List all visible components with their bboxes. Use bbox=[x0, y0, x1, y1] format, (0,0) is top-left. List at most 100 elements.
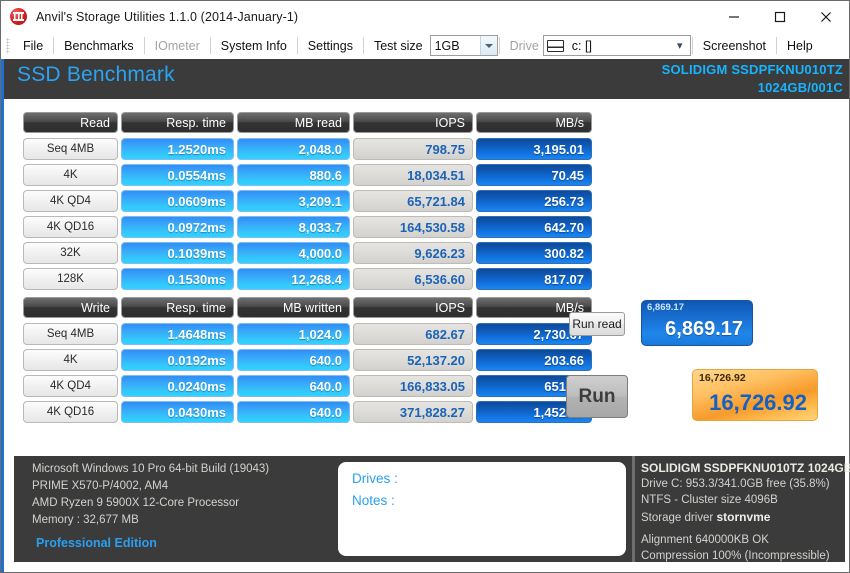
drive-capacity: Drive C: 953.3/341.0GB free (35.8%) bbox=[641, 478, 830, 490]
column-header: IOPS bbox=[353, 297, 473, 318]
row-label[interactable]: 4K QD16 bbox=[23, 401, 118, 423]
megabytes-cell: 640.0 bbox=[237, 349, 350, 371]
row-label[interactable]: Seq 4MB bbox=[23, 323, 118, 345]
column-header: Resp. time bbox=[121, 297, 234, 318]
megabytes-cell: 880.6 bbox=[237, 164, 350, 186]
drive-filesystem: NTFS - Cluster size 4096B bbox=[641, 494, 778, 506]
drives-label: Drives : bbox=[352, 471, 398, 486]
table-header-row: Write Resp. time MB written IOPS MB/s bbox=[23, 297, 592, 318]
menu-item-screenshot[interactable]: Screenshot bbox=[694, 35, 775, 57]
test-size-select[interactable]: 1GB bbox=[429, 35, 498, 56]
menu-separator bbox=[776, 37, 778, 54]
megabytes-cell: 2,048.0 bbox=[237, 138, 350, 160]
system-info-panel: Microsoft Windows 10 Pro 64-bit Build (1… bbox=[14, 456, 332, 562]
run-read-button[interactable]: Run read bbox=[569, 312, 625, 336]
benchmark-results-area: Read Resp. time MB read IOPS MB/s Seq 4MB 1.25… bbox=[1, 99, 849, 499]
megabytes-cell: 3,209.1 bbox=[237, 190, 350, 212]
table-row: 4K 0.0192ms 640.0 52,137.20 203.66 bbox=[23, 349, 592, 371]
megabytes-cell: 12,268.4 bbox=[237, 268, 350, 290]
table-row: 4K QD16 0.0972ms 8,033.7 164,530.58 642.70 bbox=[23, 216, 592, 238]
iops-cell: 9,626.23 bbox=[353, 242, 473, 264]
menu-separator bbox=[691, 37, 693, 54]
menu-bar: File Benchmarks IOmeter System Info Sett… bbox=[1, 32, 849, 59]
response-time-cell: 0.0192ms bbox=[121, 349, 234, 371]
table-row: 4K QD4 0.0609ms 3,209.1 65,721.84 256.73 bbox=[23, 190, 592, 212]
table-row: 4K 0.0554ms 880.6 18,034.51 70.45 bbox=[23, 164, 592, 186]
menu-separator bbox=[498, 37, 500, 54]
total-score-panel: 16,726.92 16,726.92 bbox=[692, 369, 818, 421]
maximize-button[interactable] bbox=[757, 1, 803, 32]
column-header: MB/s bbox=[476, 112, 592, 133]
throughput-cell: 256.73 bbox=[476, 190, 592, 212]
bottom-info-bar: Microsoft Windows 10 Pro 64-bit Build (1… bbox=[1, 443, 850, 572]
drive-label: Drive bbox=[509, 38, 539, 53]
header-drive-name: SOLIDIGM SSDPFKNU010TZ 1024GB/001C bbox=[662, 61, 843, 97]
drive-icon bbox=[546, 39, 564, 52]
column-header: IOPS bbox=[353, 112, 473, 133]
iops-cell: 166,833.05 bbox=[353, 375, 473, 397]
row-label[interactable]: 4K bbox=[23, 164, 118, 186]
response-time-cell: 0.0972ms bbox=[121, 216, 234, 238]
total-score-caption: 16,726.92 bbox=[699, 372, 746, 384]
drive-model: SOLIDIGM SSDPFKNU010TZ 1024GB/00 bbox=[641, 461, 850, 475]
row-label[interactable]: 4K QD4 bbox=[23, 190, 118, 212]
menu-item-file[interactable]: File bbox=[14, 35, 52, 57]
minimize-button[interactable] bbox=[711, 1, 757, 32]
test-size-label: Test size bbox=[373, 38, 423, 53]
system-motherboard: PRIME X570-P/4002, AM4 bbox=[32, 480, 169, 492]
menu-item-help[interactable]: Help bbox=[778, 35, 822, 57]
megabytes-cell: 4,000.0 bbox=[237, 242, 350, 264]
row-label[interactable]: 4K QD16 bbox=[23, 216, 118, 238]
table-row: 32K 0.1039ms 4,000.0 9,626.23 300.82 bbox=[23, 242, 592, 264]
menu-item-system-info[interactable]: System Info bbox=[212, 35, 296, 57]
notes-box[interactable]: Drives : Notes : bbox=[338, 462, 626, 556]
response-time-cell: 1.2520ms bbox=[121, 138, 234, 160]
response-time-cell: 0.0430ms bbox=[121, 401, 234, 423]
drive-select[interactable]: c: [] ▾ bbox=[542, 35, 691, 56]
write-results-table: Write Resp. time MB written IOPS MB/s Seq 4MB… bbox=[23, 297, 592, 427]
menu-separator bbox=[53, 37, 55, 54]
page-title: SSD Benchmark bbox=[17, 63, 175, 86]
row-label[interactable]: 4K bbox=[23, 349, 118, 371]
menu-item-settings[interactable]: Settings bbox=[299, 35, 362, 57]
response-time-cell: 0.1039ms bbox=[121, 242, 234, 264]
iops-cell: 164,530.58 bbox=[353, 216, 473, 238]
menu-item-iometer: IOmeter bbox=[154, 38, 200, 53]
test-size-value: 1GB bbox=[434, 38, 460, 53]
iops-cell: 6,536.60 bbox=[353, 268, 473, 290]
drive-compression: Compression 100% (Incompressible) bbox=[641, 550, 830, 562]
edition-label: Professional Edition bbox=[36, 536, 157, 550]
table-row: 128K 0.1530ms 12,268.4 6,536.60 817.07 bbox=[23, 268, 592, 290]
iops-cell: 798.75 bbox=[353, 138, 473, 160]
throughput-cell: 3,195.01 bbox=[476, 138, 592, 160]
response-time-cell: 1.4648ms bbox=[121, 323, 234, 345]
panel-divider bbox=[632, 456, 635, 562]
header-drive-model: SOLIDIGM SSDPFKNU010TZ bbox=[661, 62, 843, 77]
read-results-table: Read Resp. time MB read IOPS MB/s Seq 4MB 1.25… bbox=[23, 112, 592, 294]
menu-separator bbox=[143, 37, 145, 54]
system-cpu: AMD Ryzen 9 5900X 12-Core Processor bbox=[32, 497, 240, 509]
row-label[interactable]: Seq 4MB bbox=[23, 138, 118, 160]
iops-cell: 18,034.51 bbox=[353, 164, 473, 186]
iops-cell: 52,137.20 bbox=[353, 349, 473, 371]
row-label[interactable]: 4K QD4 bbox=[23, 375, 118, 397]
menu-separator bbox=[296, 37, 298, 54]
column-header: MB read bbox=[237, 112, 350, 133]
megabytes-cell: 640.0 bbox=[237, 375, 350, 397]
close-button[interactable] bbox=[803, 1, 849, 32]
column-header: Resp. time bbox=[121, 112, 234, 133]
row-label[interactable]: 32K bbox=[23, 242, 118, 264]
response-time-cell: 0.0240ms bbox=[121, 375, 234, 397]
drive-storage-driver: Storage driver stornvme bbox=[641, 510, 770, 524]
response-time-cell: 0.1530ms bbox=[121, 268, 234, 290]
throughput-cell: 642.70 bbox=[476, 216, 592, 238]
anvil-icon bbox=[10, 8, 27, 25]
drive-value: c: [] bbox=[571, 38, 592, 53]
run-button[interactable]: Run bbox=[566, 375, 628, 418]
megabytes-cell: 8,033.7 bbox=[237, 216, 350, 238]
menu-item-benchmarks[interactable]: Benchmarks bbox=[55, 35, 142, 57]
window-title: Anvil's Storage Utilities 1.1.0 (2014-Ja… bbox=[36, 9, 299, 24]
row-label[interactable]: 128K bbox=[23, 268, 118, 290]
benchmark-header-band: SSD Benchmark SOLIDIGM SSDPFKNU010TZ 102… bbox=[1, 59, 849, 99]
throughput-cell: 203.66 bbox=[476, 349, 592, 371]
